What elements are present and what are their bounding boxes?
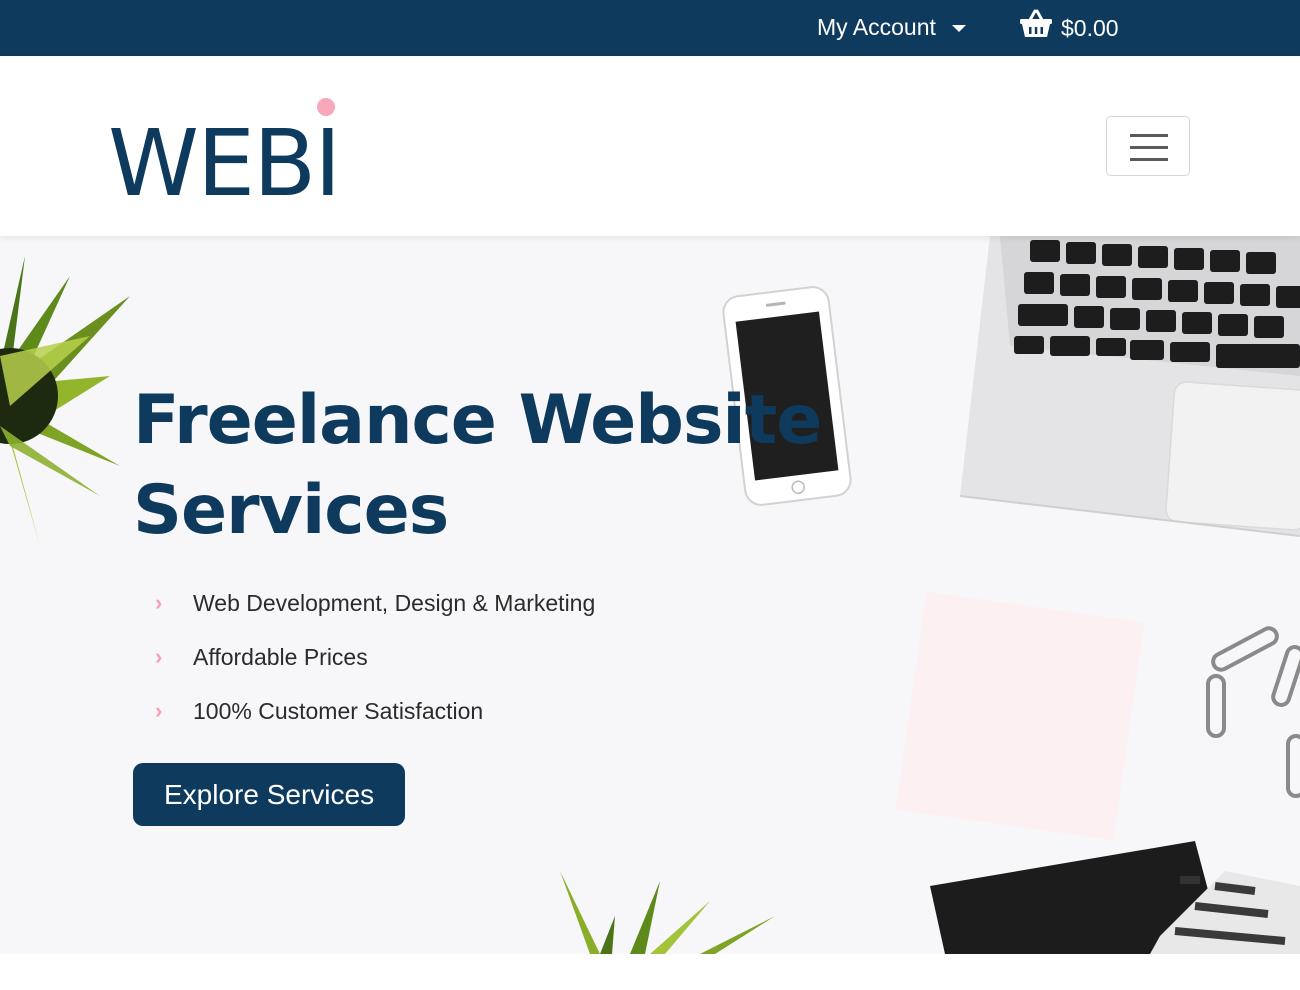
sticky-note-image <box>895 591 1145 841</box>
plant-image <box>0 256 130 546</box>
list-item: › 100% Customer Satisfaction <box>155 684 595 738</box>
bottom-plant-image <box>560 871 775 954</box>
list-item: › Web Development, Design & Marketing <box>155 576 595 630</box>
laptop-image <box>959 236 1300 537</box>
webi-logo[interactable]: WEBI <box>108 94 348 217</box>
explore-services-button[interactable]: Explore Services <box>133 763 406 826</box>
notebook-image <box>930 841 1300 954</box>
site-header: WEBI <box>0 56 1300 236</box>
my-account-label: My Account <box>817 14 936 40</box>
menu-toggle-button[interactable] <box>1106 116 1190 176</box>
cart-total: $0.00 <box>1061 14 1119 41</box>
hero-title: Freelance Website Services <box>133 381 822 550</box>
paperclips-image <box>1206 626 1300 798</box>
hero-section: Freelance Website Services › Web Develop… <box>0 236 1300 954</box>
my-account-dropdown[interactable]: My Account <box>817 12 966 42</box>
hamburger-icon-line <box>1130 158 1168 161</box>
chevron-right-icon: › <box>155 698 163 723</box>
top-bar: My Account $0.00 <box>0 0 1300 56</box>
feature-text: Web Development, Design & Marketing <box>193 589 596 616</box>
feature-list: › Web Development, Design & Marketing › … <box>155 576 595 738</box>
basket-icon <box>1019 9 1053 46</box>
cart-button[interactable]: $0.00 <box>1019 9 1119 46</box>
chevron-right-icon: › <box>155 590 163 615</box>
hamburger-icon <box>1130 134 1168 137</box>
feature-text: 100% Customer Satisfaction <box>193 697 484 724</box>
svg-text:WEBI: WEBI <box>108 110 339 204</box>
list-item: › Affordable Prices <box>155 630 595 684</box>
feature-text: Affordable Prices <box>193 643 368 670</box>
chevron-right-icon: › <box>155 644 163 669</box>
hamburger-icon-line <box>1130 146 1168 149</box>
chevron-down-icon <box>951 24 966 32</box>
